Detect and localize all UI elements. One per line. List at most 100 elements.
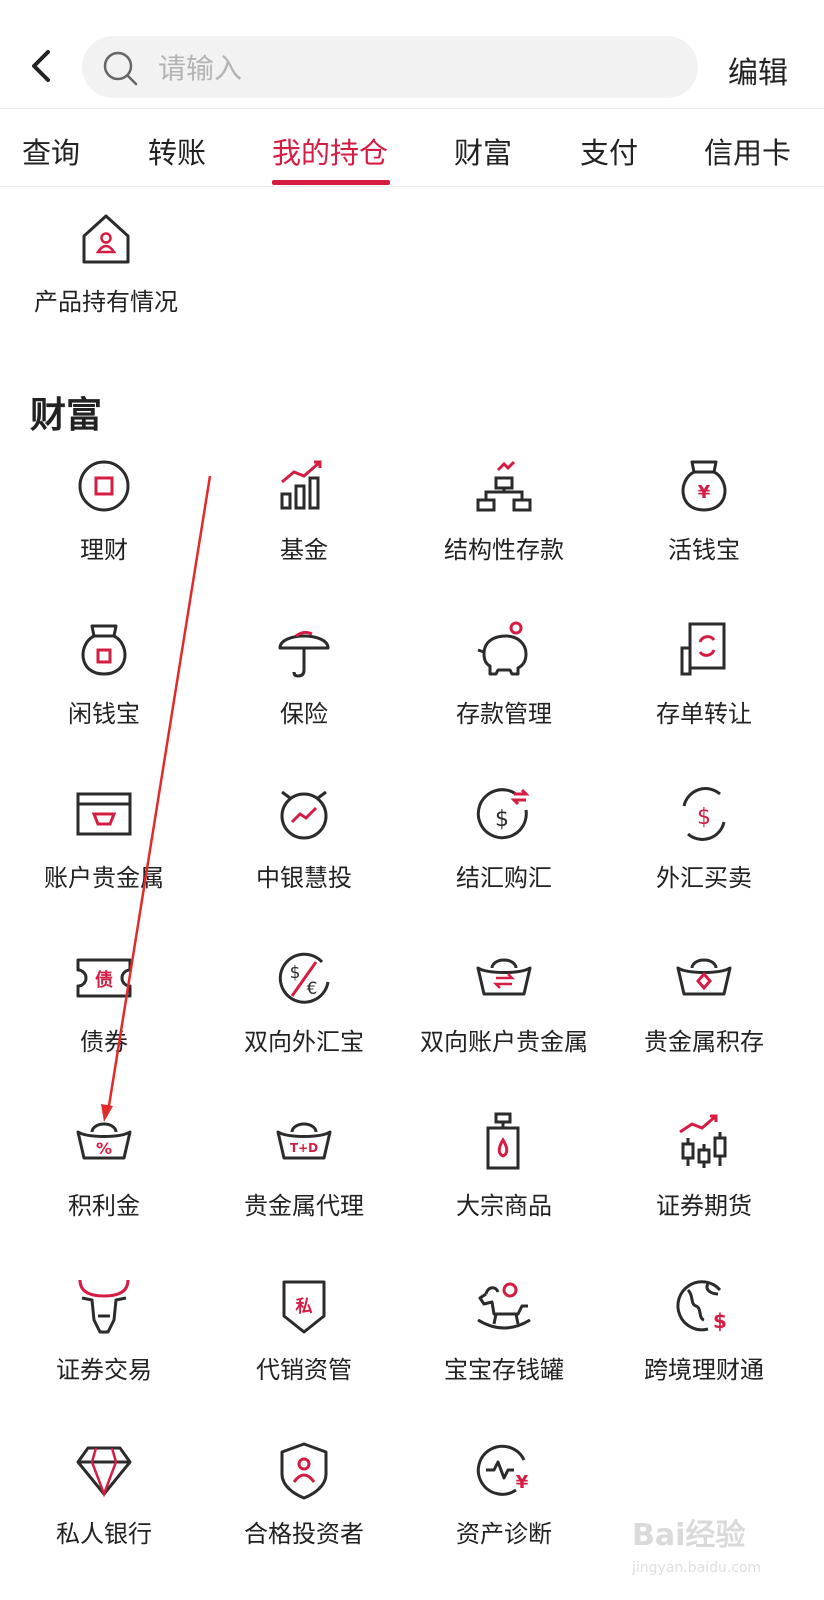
svg-text:€: € bbox=[307, 979, 318, 999]
dollar-exchange-icon: $ bbox=[476, 788, 530, 840]
tile-label: 产品持有情况 bbox=[34, 288, 178, 316]
tile-securities-futures[interactable]: 证券期货 bbox=[602, 1112, 806, 1262]
tile-account-precious-metals[interactable]: 账户贵金属 bbox=[2, 784, 206, 934]
tile-qualified-investor[interactable]: 合格投资者 bbox=[202, 1440, 406, 1590]
tile-label: 存单转让 bbox=[656, 700, 752, 728]
svg-text:T+D: T+D bbox=[290, 1141, 318, 1155]
active-tab-indicator bbox=[272, 180, 390, 185]
money-bag-yen-icon: ¥ bbox=[681, 460, 727, 512]
edit-button[interactable]: 编辑 bbox=[728, 48, 788, 92]
tile-jilijin[interactable]: % 积利金 bbox=[2, 1112, 206, 1262]
tab-transfer[interactable]: 转账 bbox=[148, 130, 206, 172]
piggy-bank-icon bbox=[477, 621, 528, 676]
bull-icon bbox=[78, 1279, 130, 1334]
tile-product-holdings[interactable]: 产品持有情况 bbox=[4, 208, 208, 358]
tile-asset-diagnosis[interactable]: ¥ 资产诊断 bbox=[402, 1440, 606, 1590]
tile-zhongyin-huitou[interactable]: 中银慧投 bbox=[202, 784, 406, 934]
tile-private-banking[interactable]: 私人银行 bbox=[2, 1440, 206, 1590]
tile-agency-asset-management[interactable]: 私 代销资管 bbox=[202, 1276, 406, 1426]
top-bar: 编辑 bbox=[0, 0, 824, 109]
tile-label: 资产诊断 bbox=[456, 1520, 552, 1548]
tile-precious-metals-accumulation[interactable]: 贵金属积存 bbox=[602, 948, 806, 1098]
category-tabs: 查询 转账 我的持仓 财富 支付 信用卡 bbox=[0, 110, 824, 187]
tile-precious-metals-agency[interactable]: T+D 贵金属代理 bbox=[202, 1112, 406, 1262]
watermark-url: jingyan.baidu.com bbox=[632, 1560, 762, 1576]
ingot-percent-icon: % bbox=[76, 1122, 132, 1160]
watermark: Bai经验 jingyan.baidu.com bbox=[632, 1506, 802, 1586]
tab-query[interactable]: 查询 bbox=[22, 130, 80, 172]
bar-chart-up-icon bbox=[280, 460, 322, 510]
ingot-diamond-icon bbox=[676, 958, 732, 996]
umbrella-icon bbox=[278, 630, 330, 678]
alarm-chart-icon bbox=[280, 790, 328, 840]
tile-two-way-fx[interactable]: $ € 双向外汇宝 bbox=[202, 948, 406, 1098]
tab-payment[interactable]: 支付 bbox=[580, 130, 638, 172]
tile-insurance[interactable]: 保险 bbox=[202, 620, 406, 770]
tile-licai[interactable]: 理财 bbox=[2, 456, 206, 606]
money-bag-icon bbox=[81, 624, 127, 676]
tile-label: 理财 bbox=[80, 536, 128, 564]
tile-label: 债券 bbox=[80, 1028, 128, 1056]
tile-commodities[interactable]: 大宗商品 bbox=[402, 1112, 606, 1262]
bond-ticket-icon: 债 bbox=[76, 958, 132, 998]
house-user-icon bbox=[82, 214, 130, 264]
tile-label: 贵金属积存 bbox=[644, 1028, 764, 1056]
search-input[interactable] bbox=[156, 36, 680, 100]
tile-label: 合格投资者 bbox=[244, 1520, 364, 1548]
back-arrow-icon[interactable] bbox=[22, 44, 62, 88]
tile-label: 中银慧投 bbox=[256, 864, 352, 892]
tile-label: 积利金 bbox=[68, 1192, 140, 1220]
diamond-icon bbox=[76, 1446, 132, 1498]
tile-fx-settlement[interactable]: $ 结汇购汇 bbox=[402, 784, 606, 934]
certificate-transfer-icon bbox=[680, 622, 726, 676]
tile-deposit-management[interactable]: 存款管理 bbox=[402, 620, 606, 770]
tile-label: 双向账户贵金属 bbox=[420, 1028, 588, 1056]
tile-label: 结汇购汇 bbox=[456, 864, 552, 892]
tile-certificate-transfer[interactable]: 存单转让 bbox=[602, 620, 806, 770]
tile-fund[interactable]: 基金 bbox=[202, 456, 406, 606]
tile-securities-trading[interactable]: 证券交易 bbox=[2, 1276, 206, 1426]
tile-label: 结构性存款 bbox=[444, 536, 564, 564]
tile-baby-piggy-bank[interactable]: 宝宝存钱罐 bbox=[402, 1276, 606, 1426]
svg-text:¥: ¥ bbox=[698, 482, 711, 503]
tile-structured-deposit[interactable]: 结构性存款 bbox=[402, 456, 606, 606]
oil-can-icon bbox=[486, 1112, 520, 1170]
ingot-exchange-icon bbox=[476, 958, 532, 996]
tile-cross-border-wealth[interactable]: $ 跨境理财通 bbox=[602, 1276, 806, 1426]
gold-box-icon bbox=[76, 792, 132, 836]
dollar-cycle-icon: $ bbox=[682, 787, 726, 841]
search-icon bbox=[103, 51, 138, 86]
search-bar[interactable] bbox=[82, 36, 698, 100]
tab-wealth[interactable]: 财富 bbox=[454, 130, 512, 172]
dollar-euro-icon: $ € bbox=[278, 952, 330, 1004]
tile-xianqianbao[interactable]: 闲钱宝 bbox=[2, 620, 206, 770]
svg-text:¥: ¥ bbox=[516, 1472, 529, 1493]
tile-two-way-precious-metals[interactable]: 双向账户贵金属 bbox=[402, 948, 606, 1098]
tile-label: 闲钱宝 bbox=[68, 700, 140, 728]
pulse-yen-icon: ¥ bbox=[476, 1444, 529, 1496]
tile-label: 代销资管 bbox=[256, 1356, 352, 1384]
tile-label: 保险 bbox=[280, 700, 328, 728]
tile-label: 贵金属代理 bbox=[244, 1192, 364, 1220]
shield-user-icon bbox=[280, 1442, 328, 1500]
svg-text:$: $ bbox=[290, 963, 301, 983]
tile-label: 外汇买卖 bbox=[656, 864, 752, 892]
tile-label: 账户贵金属 bbox=[44, 864, 164, 892]
tab-my-holdings[interactable]: 我的持仓 bbox=[272, 130, 388, 172]
tile-label: 证券期货 bbox=[656, 1192, 752, 1220]
svg-text:债: 债 bbox=[95, 969, 113, 991]
svg-text:私: 私 bbox=[296, 1297, 313, 1317]
section-title-wealth: 财富 bbox=[30, 395, 103, 436]
tile-label: 大宗商品 bbox=[456, 1192, 552, 1220]
tile-label: 跨境理财通 bbox=[644, 1356, 764, 1384]
tile-bonds[interactable]: 债 债券 bbox=[2, 948, 206, 1098]
tile-fx-trading[interactable]: $ 外汇买卖 bbox=[602, 784, 806, 934]
globe-dollar-icon: $ bbox=[676, 1280, 727, 1333]
tile-huoqianbao[interactable]: ¥ 活钱宝 bbox=[602, 456, 806, 606]
ingot-td-icon: T+D bbox=[276, 1122, 332, 1160]
svg-text:$: $ bbox=[713, 1309, 727, 1333]
candlestick-icon bbox=[679, 1114, 727, 1168]
tab-credit-card[interactable]: 信用卡 bbox=[704, 130, 791, 172]
structure-icon bbox=[476, 460, 532, 512]
tile-label: 活钱宝 bbox=[668, 536, 740, 564]
